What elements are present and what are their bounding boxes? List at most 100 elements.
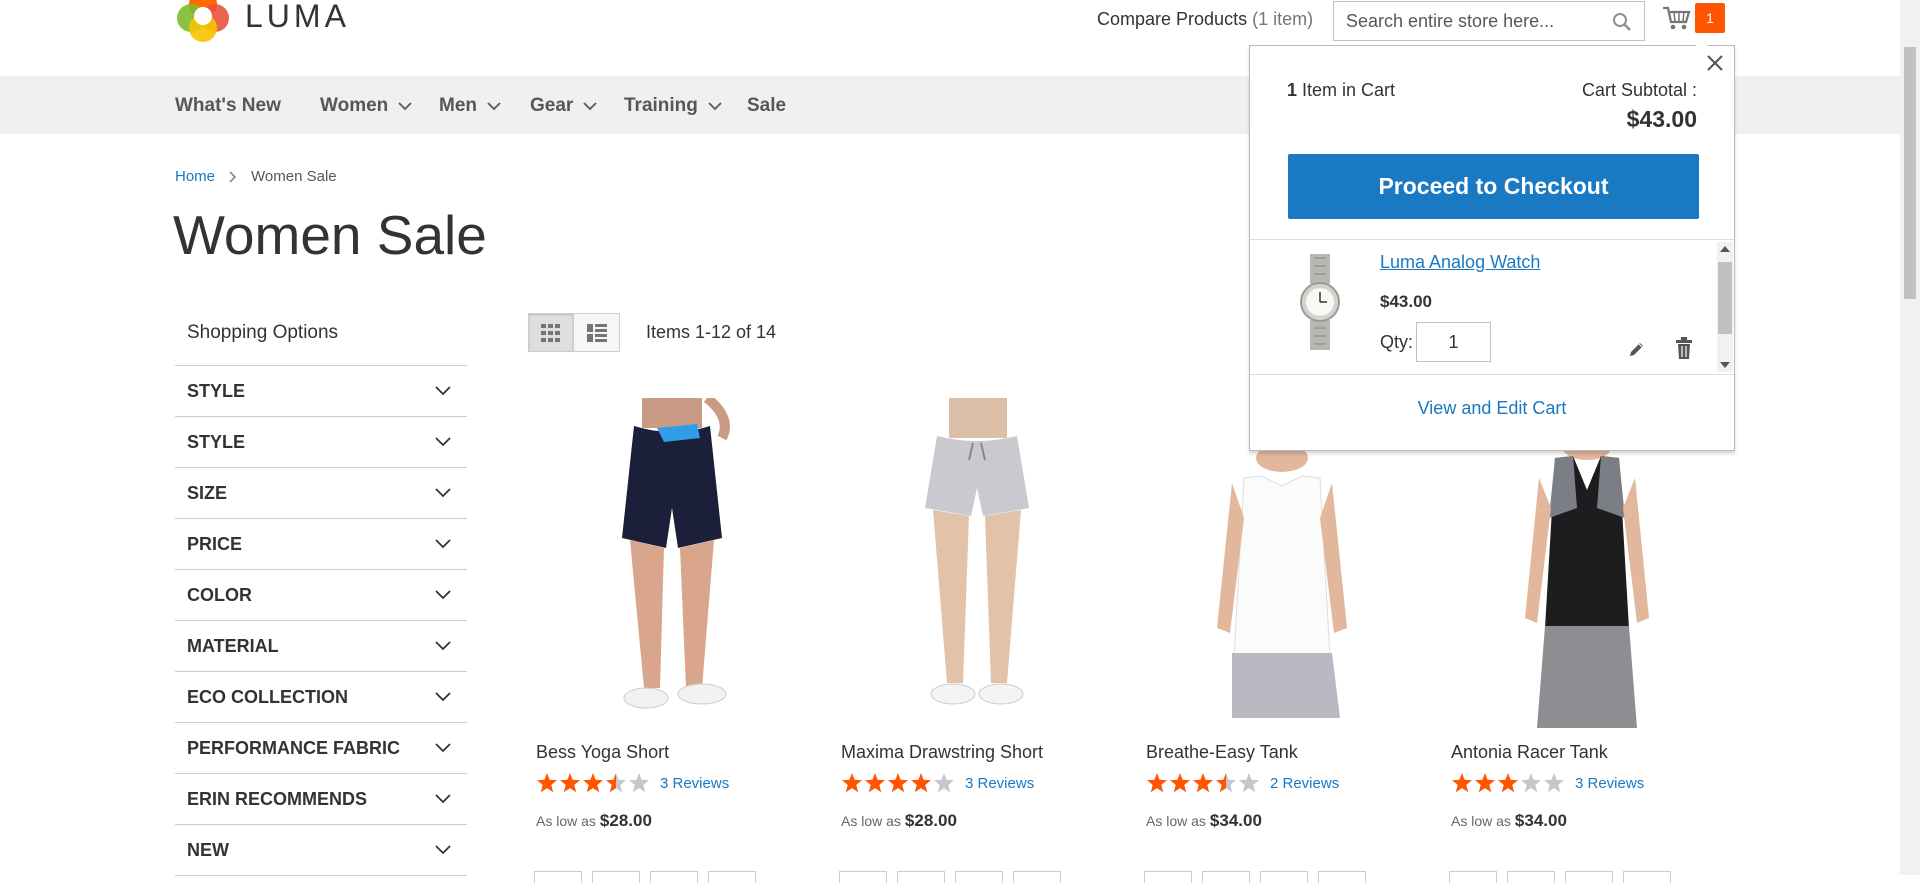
swatch[interactable]	[534, 871, 582, 883]
product-rating: 3 Reviews	[532, 773, 812, 793]
filter-style[interactable]: STYLE	[175, 417, 467, 468]
reviews-link[interactable]: 3 Reviews	[660, 775, 729, 792]
swatch[interactable]	[708, 871, 756, 883]
filter-label: PERFORMANCE FABRIC	[187, 737, 401, 758]
swatch[interactable]	[650, 871, 698, 883]
minicart-dropdown: 1 Item in Cart Cart Subtotal : $43.00 Pr…	[1249, 40, 1735, 451]
reviews-link[interactable]: 3 Reviews	[965, 775, 1034, 792]
qty-label: Qty:	[1380, 332, 1414, 352]
filter-erin-recommends[interactable]: ERIN RECOMMENDS	[175, 774, 467, 825]
swatch-row	[1449, 871, 1671, 883]
minicart-items-list: Luma Analog Watch $43.00 Qty:	[1250, 239, 1734, 375]
proceed-to-checkout-button[interactable]: Proceed to Checkout	[1288, 154, 1699, 219]
logo[interactable]: LUMA	[175, 0, 350, 46]
star-icon	[1452, 773, 1472, 793]
swatch[interactable]	[839, 871, 887, 883]
swatch[interactable]	[1202, 871, 1250, 883]
product-image[interactable]	[837, 396, 1117, 728]
filter-price[interactable]: PRICE	[175, 519, 467, 570]
swatch[interactable]	[1565, 871, 1613, 883]
watch-thumbnail[interactable]	[1290, 254, 1350, 350]
swatch[interactable]	[1449, 871, 1497, 883]
luma-logo-icon	[177, 0, 229, 42]
swatch[interactable]	[1318, 871, 1366, 883]
filter-material[interactable]: MATERIAL	[175, 621, 467, 672]
minicart-item-name-link[interactable]: Luma Analog Watch	[1380, 252, 1540, 273]
swatch[interactable]	[1013, 871, 1061, 883]
chevron-down-icon	[435, 845, 451, 855]
scroll-down-arrow-icon[interactable]	[1720, 362, 1730, 368]
filter-style[interactable]: STYLE	[175, 366, 467, 417]
star-icon	[911, 773, 931, 793]
chevron-down-icon	[487, 101, 501, 110]
product-name-link[interactable]: Antonia Racer Tank	[1447, 742, 1727, 763]
nav-item-men[interactable]: Men	[439, 95, 501, 117]
filter-label: STYLE	[187, 431, 246, 452]
filter-performance-fabric[interactable]: PERFORMANCE FABRIC	[175, 723, 467, 774]
filter-size[interactable]: SIZE	[175, 468, 467, 519]
price-box: As low as $28.00	[532, 811, 812, 831]
swatch[interactable]	[897, 871, 945, 883]
reviews-link[interactable]: 2 Reviews	[1270, 775, 1339, 792]
product-name-link[interactable]: Bess Yoga Short	[532, 742, 812, 763]
swatch[interactable]	[592, 871, 640, 883]
view-and-edit-cart-link[interactable]: View and Edit Cart	[1250, 398, 1734, 419]
price-box: As low as $28.00	[837, 811, 1117, 831]
cart-counter-badge[interactable]: 1	[1695, 3, 1725, 33]
compare-products-link[interactable]: Compare Products (1 item)	[1097, 9, 1313, 30]
edit-icon[interactable]	[1628, 340, 1646, 363]
swatch[interactable]	[1144, 871, 1192, 883]
filter-eco-collection[interactable]: ECO COLLECTION	[175, 672, 467, 723]
product-toolbar: Items 1-12 of 14	[528, 313, 776, 352]
price-box: As low as $34.00	[1142, 811, 1422, 831]
reviews-link[interactable]: 3 Reviews	[1575, 775, 1644, 792]
breadcrumb-home-link[interactable]: Home	[175, 168, 215, 185]
minicart-scrollbar[interactable]	[1717, 242, 1733, 372]
product-name-link[interactable]: Maxima Drawstring Short	[837, 742, 1117, 763]
swatch[interactable]	[1507, 871, 1555, 883]
price-prefix: As low as	[1146, 813, 1206, 829]
product-price: $28.00	[904, 811, 957, 830]
star-icon	[888, 773, 908, 793]
star-icon	[1170, 773, 1190, 793]
filter-color[interactable]: COLOR	[175, 570, 467, 621]
star-icon	[537, 773, 557, 793]
star-icon	[1216, 773, 1236, 793]
nav-item-gear[interactable]: Gear	[530, 95, 597, 117]
search-icon[interactable]	[1612, 12, 1632, 37]
product-rating: 3 Reviews	[837, 773, 1117, 793]
chevron-down-icon	[435, 386, 451, 396]
product-image[interactable]	[532, 396, 812, 728]
product-price: $34.00	[1514, 811, 1567, 830]
grid-icon	[541, 323, 560, 342]
grid-view-button[interactable]	[528, 313, 574, 352]
list-view-button[interactable]	[574, 313, 620, 352]
cart-icon[interactable]	[1662, 6, 1692, 37]
subtotal-value: $43.00	[1626, 106, 1697, 132]
page-scrollbar[interactable]	[1900, 0, 1920, 875]
search-input[interactable]	[1334, 2, 1644, 40]
star-icon	[865, 773, 885, 793]
trash-icon[interactable]	[1675, 337, 1693, 364]
star-icon	[1544, 773, 1564, 793]
qty-input[interactable]	[1416, 322, 1491, 362]
filter-label: MATERIAL	[187, 635, 279, 656]
swatch[interactable]	[1623, 871, 1671, 883]
swatch[interactable]	[1260, 871, 1308, 883]
nav-item-women[interactable]: Women	[320, 95, 412, 117]
compare-count: (1 item)	[1252, 9, 1314, 29]
nav-item-training[interactable]: Training	[624, 95, 722, 117]
nav-item-sale[interactable]: Sale	[747, 95, 786, 117]
star-icon	[606, 773, 626, 793]
logo-text: LUMA	[245, 0, 350, 34]
swatch[interactable]	[955, 871, 1003, 883]
product-name-link[interactable]: Breathe-Easy Tank	[1142, 742, 1422, 763]
swatch-row	[839, 871, 1061, 883]
scrollbar-thumb[interactable]	[1718, 262, 1732, 334]
close-icon[interactable]	[1702, 50, 1728, 76]
page-scrollbar-thumb[interactable]	[1904, 47, 1916, 299]
product-rating: 3 Reviews	[1447, 773, 1727, 793]
filter-new[interactable]: NEW	[175, 825, 467, 876]
nav-item-whats-new[interactable]: What's New	[175, 95, 281, 117]
scroll-up-arrow-icon[interactable]	[1720, 246, 1730, 252]
